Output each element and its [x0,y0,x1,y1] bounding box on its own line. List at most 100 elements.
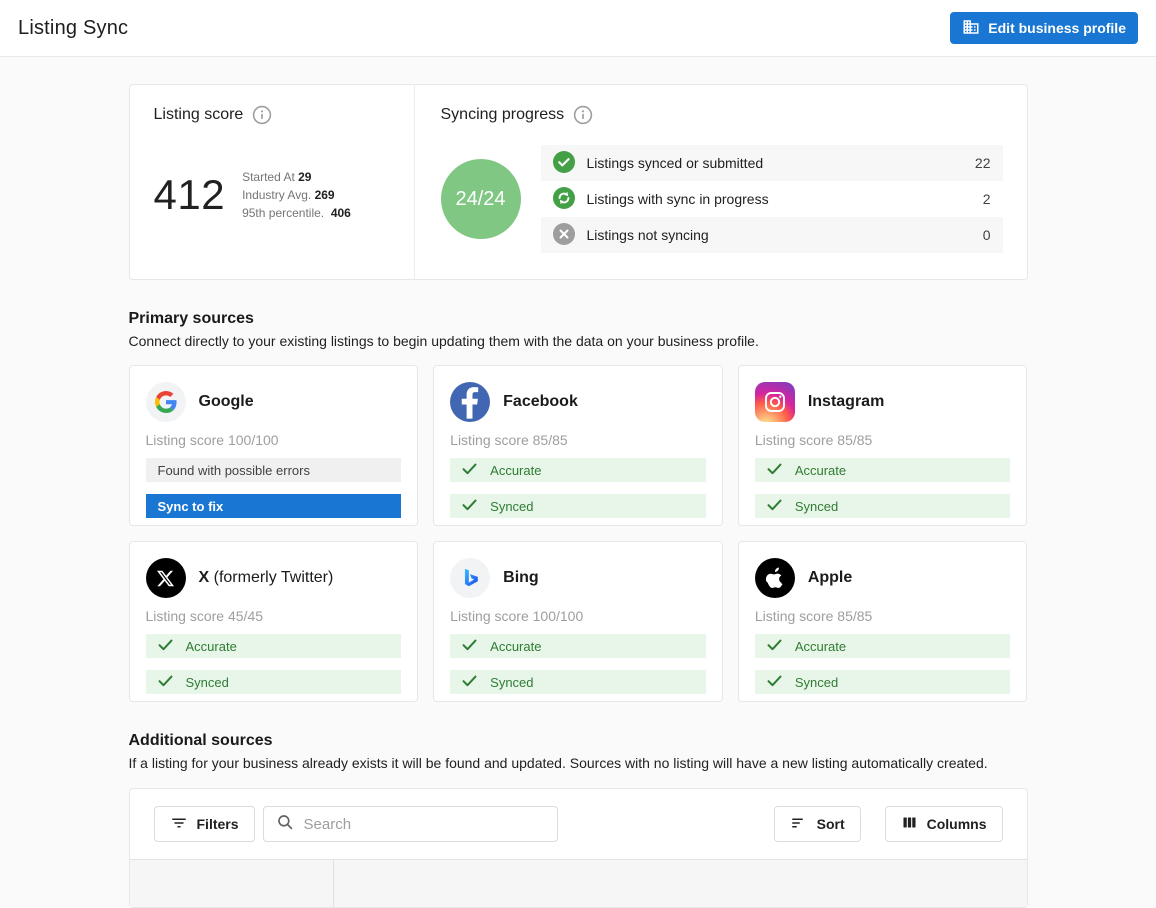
search-input[interactable] [304,816,545,833]
facebook-logo-icon [450,382,490,422]
sync-row-label: Listings not syncing [587,227,709,243]
check-icon [462,675,477,690]
source-card-bing: Bing Listing score 100/100 Accurate Sync… [433,541,723,702]
source-name-suffix: (formerly Twitter) [209,569,333,586]
sort-icon [790,814,808,835]
status-accurate: Accurate [146,634,402,658]
instagram-logo-icon [755,382,795,422]
check-icon [462,639,477,654]
cancel-circle-icon [553,223,575,248]
search-box[interactable] [263,806,558,842]
stat-started-at: Started At 29 [242,168,351,186]
status-synced: Synced [450,670,706,694]
status-accurate: Accurate [450,634,706,658]
filters-button[interactable]: Filters [154,806,255,842]
check-icon [767,639,782,654]
bing-logo-icon [450,558,490,598]
source-card-facebook: Facebook Listing score 85/85 Accurate Sy… [433,365,723,526]
apple-logo-icon [755,558,795,598]
sync-row-label: Listings synced or submitted [587,155,764,171]
source-name: Facebook [503,393,578,410]
primary-sources-heading: Primary sources [129,310,1028,328]
sync-row-value: 0 [983,227,991,243]
x-logo-icon [146,558,186,598]
source-name: Instagram [808,393,884,410]
check-icon [767,463,782,478]
sync-row-in-progress: Listings with sync in progress 2 [541,181,1003,217]
status-found-with-errors: Found with possible errors [146,458,402,482]
primary-sources-description: Connect directly to your existing listin… [129,333,1028,349]
check-icon [462,499,477,514]
listing-score-section: Listing score 412 Started At 29 Industry… [130,85,415,279]
check-icon [767,499,782,514]
table-toolbar: Filters Sort Colu [130,789,1027,859]
status-accurate: Accurate [755,634,1011,658]
columns-button[interactable]: Columns [885,806,1003,842]
info-icon[interactable] [573,105,593,125]
sync-circle-icon [553,187,575,212]
edit-business-profile-label: Edit business profile [988,20,1126,36]
source-score: Listing score 100/100 [146,432,402,448]
sort-button[interactable]: Sort [774,806,861,842]
edit-business-profile-button[interactable]: Edit business profile [950,12,1138,44]
check-icon [158,639,173,654]
status-synced: Synced [755,494,1011,518]
google-logo-icon [146,382,186,422]
status-accurate: Accurate [755,458,1011,482]
listing-score-value: 412 [154,171,226,219]
table-header-main-cell[interactable] [334,860,1027,907]
sync-to-fix-button[interactable]: Sync to fix [146,494,402,518]
primary-sources-grid: Google Listing score 100/100 Found with … [129,365,1028,702]
source-card-apple: Apple Listing score 85/85 Accurate Synce… [738,541,1028,702]
source-card-x-twitter: X (formerly Twitter) Listing score 45/45… [129,541,419,702]
sort-label: Sort [817,816,845,832]
summary-card: Listing score 412 Started At 29 Industry… [129,84,1028,280]
building-icon [962,18,980,39]
sync-progress-badge: 24/24 [441,159,521,239]
check-icon [158,675,173,690]
status-synced: Synced [755,670,1011,694]
additional-sources-heading: Additional sources [129,732,1028,750]
source-name: Google [199,393,254,410]
sync-row-not-syncing: Listings not syncing 0 [541,217,1003,253]
columns-label: Columns [927,816,987,832]
source-score: Listing score 85/85 [450,432,706,448]
sync-row-synced: Listings synced or submitted 22 [541,145,1003,181]
listing-score-stats: Started At 29 Industry Avg. 269 95th per… [242,168,351,222]
page-title: Listing Sync [18,17,128,40]
sync-row-value: 2 [983,191,991,207]
source-name: X [199,569,210,586]
check-icon [462,463,477,478]
source-card-instagram: Instagram Listing score 85/85 Accurate S… [738,365,1028,526]
additional-sources-table-card: Filters Sort Colu [129,788,1028,908]
stat-95th-percentile: 95th percentile. 406 [242,204,351,222]
status-accurate: Accurate [450,458,706,482]
source-name: Bing [503,569,539,586]
filters-label: Filters [197,816,239,832]
check-icon [767,675,782,690]
check-circle-icon [553,151,575,176]
filter-icon [170,814,188,835]
search-icon [276,813,294,836]
columns-icon [901,814,918,834]
sync-progress-rows: Listings synced or submitted 22 Listings… [541,145,1003,253]
additional-sources-description: If a listing for your business already e… [129,755,1028,771]
source-score: Listing score 45/45 [146,608,402,624]
status-synced: Synced [146,670,402,694]
table-header-select-cell[interactable] [130,860,334,907]
source-score: Listing score 85/85 [755,432,1011,448]
sync-row-value: 22 [975,155,991,171]
status-synced: Synced [450,494,706,518]
syncing-progress-title: Syncing progress [441,106,565,124]
sync-row-label: Listings with sync in progress [587,191,769,207]
table-header-row [130,859,1027,907]
source-score: Listing score 85/85 [755,608,1011,624]
source-card-google: Google Listing score 100/100 Found with … [129,365,419,526]
syncing-progress-section: Syncing progress 24/24 Listings synced o… [415,85,1027,279]
info-icon[interactable] [252,105,272,125]
source-score: Listing score 100/100 [450,608,706,624]
stat-industry-avg: Industry Avg. 269 [242,186,351,204]
top-bar: Listing Sync Edit business profile [0,0,1156,57]
source-name: Apple [808,569,852,586]
listing-score-title: Listing score [154,106,244,124]
